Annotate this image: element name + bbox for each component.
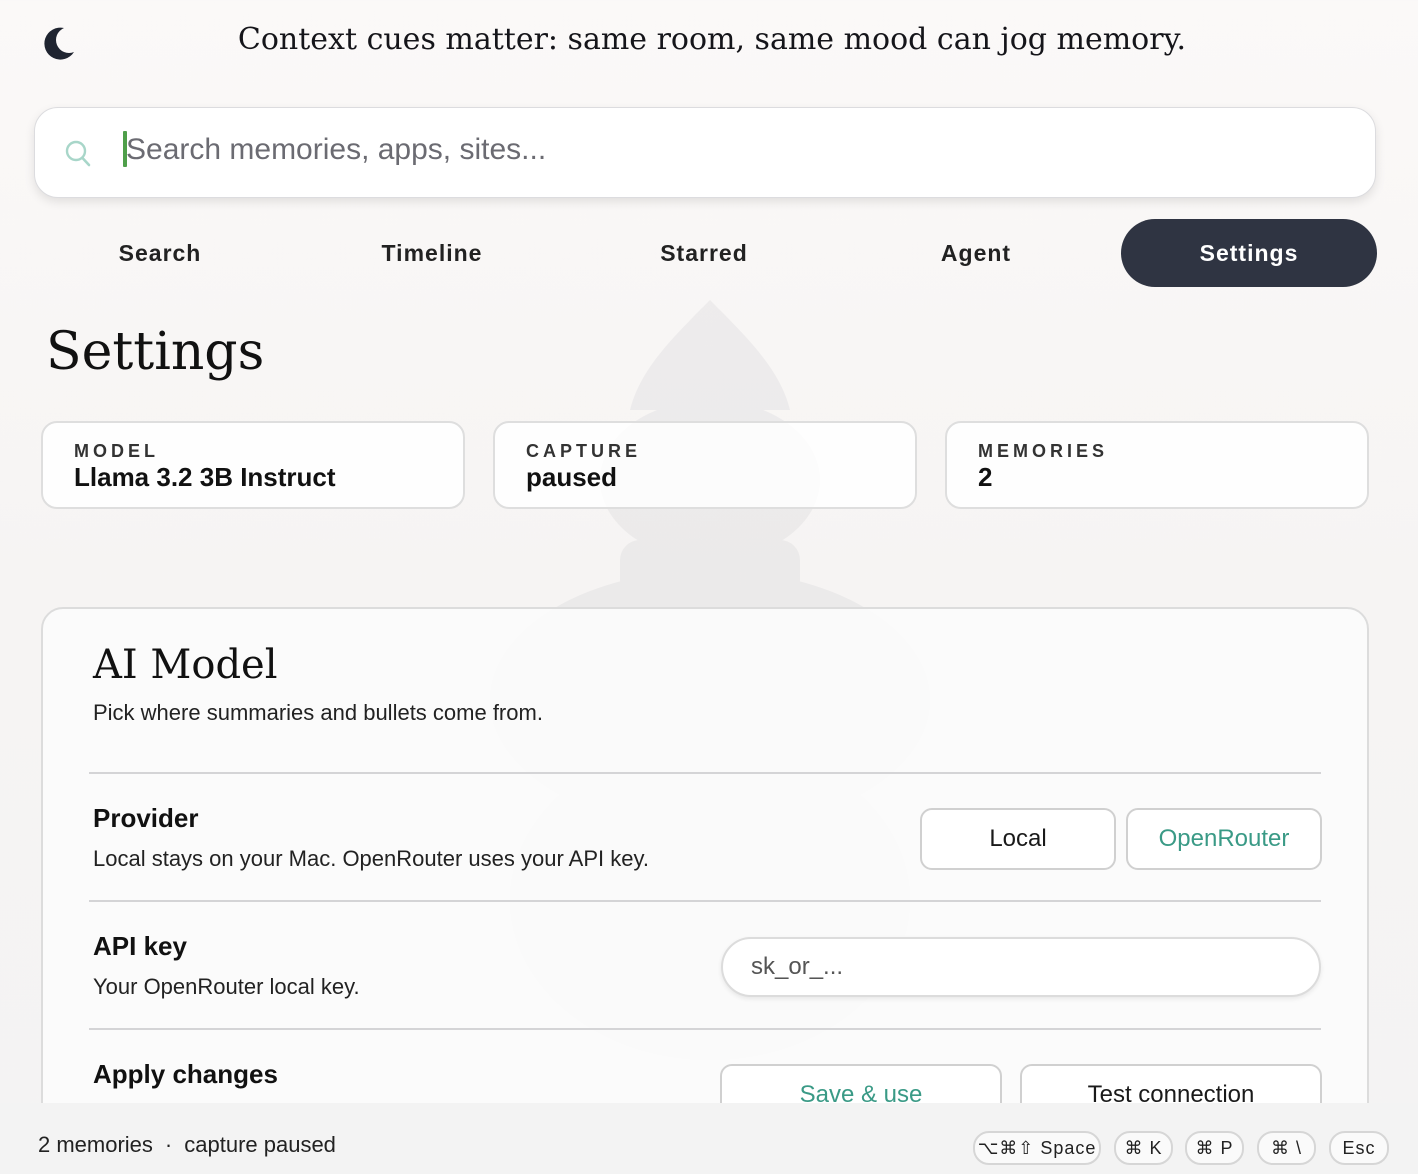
tab-agent[interactable]: Agent <box>848 219 1104 287</box>
provider-description: Local stays on your Mac. OpenRouter uses… <box>93 846 649 871</box>
stat-value: paused <box>526 462 618 492</box>
tab-timeline[interactable]: Timeline <box>304 219 560 287</box>
tab-starred[interactable]: Starred <box>576 219 832 287</box>
tip-text: Context cues matter: same room, same moo… <box>237 22 1187 57</box>
page-title: Settings <box>46 322 265 382</box>
search-input[interactable] <box>126 127 1326 173</box>
shortcut-escape-key: Esc <box>1329 1131 1389 1165</box>
stat-label: MEMORIES <box>978 441 1109 461</box>
stat-label: CAPTURE <box>526 441 642 461</box>
stat-card-memories: MEMORIES 2 <box>945 421 1369 509</box>
stat-card-capture: CAPTURE paused <box>493 421 917 509</box>
tab-search[interactable]: Search <box>32 219 288 287</box>
stat-value: 2 <box>978 462 993 492</box>
separator: · <box>164 1132 173 1157</box>
divider <box>89 1028 1321 1030</box>
shortcut-pause-key: ⌘ P <box>1185 1131 1244 1165</box>
api-key-title: API key <box>93 931 187 961</box>
divider <box>89 900 1321 902</box>
api-key-input[interactable] <box>721 937 1321 997</box>
shortcut-search-key: ⌘ K <box>1114 1131 1173 1165</box>
provider-title: Provider <box>93 803 199 833</box>
provider-local-button[interactable]: Local <box>920 808 1116 870</box>
section-title: AI Model <box>93 642 278 688</box>
divider <box>89 772 1321 774</box>
status-text: 2 memories · capture paused <box>38 1132 336 1158</box>
section-subtitle: Pick where summaries and bullets come fr… <box>93 700 543 725</box>
shortcut-sidebar-key: ⌘ \ <box>1257 1131 1316 1165</box>
shortcut-toggle-key: ⌥⌘⇧ Space <box>973 1131 1101 1165</box>
provider-openrouter-button[interactable]: OpenRouter <box>1126 808 1322 870</box>
stat-value: Llama 3.2 3B Instruct <box>74 462 336 492</box>
search-icon <box>65 140 91 167</box>
capture-status: capture paused <box>184 1132 336 1157</box>
tab-settings[interactable]: Settings <box>1121 219 1377 287</box>
apply-changes-title: Apply changes <box>93 1059 278 1089</box>
memory-count: 2 memories <box>38 1132 153 1157</box>
stat-label: MODEL <box>74 441 159 461</box>
api-key-description: Your OpenRouter local key. <box>93 974 360 999</box>
stat-card-model: MODEL Llama 3.2 3B Instruct <box>41 421 465 509</box>
